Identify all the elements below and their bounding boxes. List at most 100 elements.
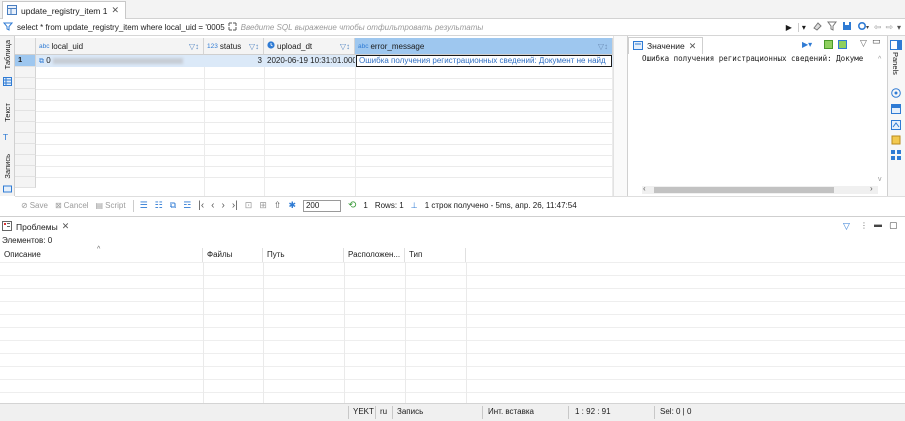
tab-record[interactable]: Запись <box>0 149 15 183</box>
metadata-icon[interactable] <box>891 104 901 116</box>
first-page-icon[interactable]: |‹ <box>198 200 204 211</box>
column-header-error-message[interactable]: abc error_message ▽↕ <box>355 38 613 55</box>
gear-icon[interactable]: ✱ <box>288 200 296 211</box>
refresh-icon[interactable]: ⟲ <box>348 200 356 211</box>
filter-query[interactable]: select * from update_registry_item where… <box>17 23 225 32</box>
scrollbar-thumb[interactable] <box>654 187 834 193</box>
column-header-status[interactable]: 123 status ▽↕ <box>204 38 264 55</box>
copy-row-icon[interactable]: ⧉ <box>170 200 176 211</box>
problems-tab[interactable]: Проблемы ✕ <box>2 219 69 234</box>
filter-save-icon[interactable] <box>842 21 852 33</box>
grid-col-line <box>204 55 205 196</box>
cell-upload-dt[interactable]: 2020-06-19 10:31:01.000 <box>267 55 355 67</box>
problems-col-description[interactable]: Описание ^ <box>0 246 203 262</box>
value-text[interactable]: Ошибка получения регистрационных сведени… <box>642 54 878 63</box>
fetch-next-icon[interactable]: ⊡ <box>245 200 253 211</box>
back-icon[interactable]: ⇦ <box>874 22 882 33</box>
filter-clear-icon[interactable] <box>826 21 837 33</box>
close-icon[interactable]: ✕ <box>62 221 70 232</box>
view-menu-icon[interactable]: ⋮ <box>860 221 868 230</box>
sort-filter-icon[interactable]: ▽↕ <box>598 42 608 51</box>
panels-toggle-icon[interactable] <box>890 40 902 52</box>
nav-dropdown-icon[interactable]: ▾ <box>897 23 901 32</box>
horizontal-scrollbar[interactable]: ‹ › <box>642 184 878 194</box>
status-locale[interactable]: ru <box>380 407 387 416</box>
add-row-icon[interactable]: ☷ <box>155 200 163 211</box>
delete-row-icon[interactable]: ☲ <box>183 200 191 211</box>
value-panel-tab[interactable]: Значение ✕ <box>628 37 704 54</box>
script-button[interactable]: ▤ Script <box>96 201 126 210</box>
save-button[interactable]: ⊘ Save <box>21 201 48 210</box>
forward-icon[interactable]: ⇨ <box>885 22 893 33</box>
cell-local-uid[interactable]: ⧉ 0 <box>39 55 202 67</box>
fetch-all-icon[interactable]: ⊞ <box>259 200 267 211</box>
status-timezone[interactable]: YEKT <box>353 407 374 416</box>
grouping-icon[interactable] <box>891 120 901 132</box>
row-number-empty <box>15 144 36 155</box>
filter-icon[interactable]: ▽ <box>843 221 850 232</box>
info-icon[interactable] <box>891 88 901 100</box>
fetch-size-input[interactable]: 200 <box>302 199 341 212</box>
scroll-down-icon[interactable]: v <box>878 176 882 183</box>
eraser-icon[interactable] <box>812 21 822 33</box>
editor-tab[interactable]: update_registry_item 1 ✕ <box>2 1 127 19</box>
row-number-empty <box>15 100 36 111</box>
export-icon[interactable]: ⇧ <box>274 200 282 211</box>
save-label: Save <box>29 201 48 210</box>
close-icon[interactable]: ✕ <box>689 41 697 52</box>
record-icon[interactable] <box>0 182 15 194</box>
auto-apply-icon[interactable] <box>838 40 847 51</box>
scroll-up-icon[interactable]: ^ <box>878 56 881 63</box>
list-row-line <box>0 392 905 393</box>
status-separator <box>482 406 483 419</box>
column-header-upload-dt[interactable]: upload_dt ▽↕ <box>264 38 355 55</box>
list-row-line <box>0 353 905 354</box>
cell-status[interactable]: 3 <box>204 55 262 67</box>
filter-input[interactable]: Введите SQL выражение чтобы отфильтроват… <box>241 23 484 32</box>
filter-history-icon[interactable] <box>2 21 14 33</box>
view-menu-icon[interactable]: ▽ <box>860 38 867 49</box>
calculator-icon[interactable] <box>891 135 901 147</box>
content-viewer-icon[interactable]: ▶▾ <box>802 40 812 49</box>
tab-text[interactable]: Текст <box>0 96 15 128</box>
save-value-icon[interactable] <box>824 40 833 51</box>
prev-page-icon[interactable]: ‹ <box>211 200 214 211</box>
minimize-icon[interactable]: ▭ <box>872 36 881 47</box>
apply-filter-icon[interactable]: ▶ <box>786 23 792 32</box>
row-number-header[interactable] <box>15 38 36 55</box>
cell-error-message[interactable]: Ошибка получения регистрационных сведени… <box>356 55 612 67</box>
references-icon[interactable] <box>891 150 901 162</box>
problems-col-files[interactable]: Файлы <box>203 248 263 262</box>
sort-filter-icon[interactable]: ▽↕ <box>189 42 199 51</box>
sort-filter-icon[interactable]: ▽↕ <box>249 42 259 51</box>
problems-title: Проблемы <box>16 221 58 232</box>
problems-col-type[interactable]: Тип <box>405 248 466 262</box>
stats-icon[interactable]: ⊥ <box>411 201 418 210</box>
column-header-local-uid[interactable]: abc local_uid ▽↕ <box>36 38 204 55</box>
problems-col-location[interactable]: Расположен... <box>344 248 405 262</box>
settings-icon[interactable]: ▾ <box>857 21 869 33</box>
close-icon[interactable]: ✕ <box>111 5 119 16</box>
row-number[interactable]: 1 <box>15 55 36 67</box>
problems-col-path[interactable]: Путь <box>263 248 344 262</box>
maximize-icon[interactable]: ▢ <box>889 220 898 231</box>
panels-label[interactable]: Panels <box>891 52 900 75</box>
sort-filter-icon[interactable]: ▽↕ <box>340 42 350 51</box>
results-toolbar: ⊘ Save ⊠ Cancel ▤ Script ☰ ☷ ⧉ ☲ |‹ ‹ › … <box>15 196 905 214</box>
cancel-button[interactable]: ⊠ Cancel <box>55 201 89 210</box>
problems-count: Элементов: 0 <box>2 236 53 245</box>
next-page-icon[interactable]: › <box>222 200 225 211</box>
minimize-icon[interactable]: ▬ <box>874 220 882 229</box>
last-page-icon[interactable]: ›| <box>232 200 238 211</box>
script-icon: ▤ <box>95 201 104 210</box>
row-number-empty <box>15 155 36 166</box>
grid-scrollbar[interactable] <box>613 36 627 196</box>
text-icon[interactable]: T <box>0 130 15 142</box>
grid-icon[interactable] <box>0 75 15 87</box>
scroll-right-icon[interactable]: › <box>870 184 873 193</box>
scroll-left-icon[interactable]: ‹ <box>643 184 646 193</box>
tab-table[interactable]: Таблица <box>0 38 15 72</box>
expand-icon[interactable] <box>228 22 237 33</box>
filter-dropdown-icon[interactable]: ▾ <box>797 22 806 32</box>
edit-row-icon[interactable]: ☰ <box>140 200 148 211</box>
